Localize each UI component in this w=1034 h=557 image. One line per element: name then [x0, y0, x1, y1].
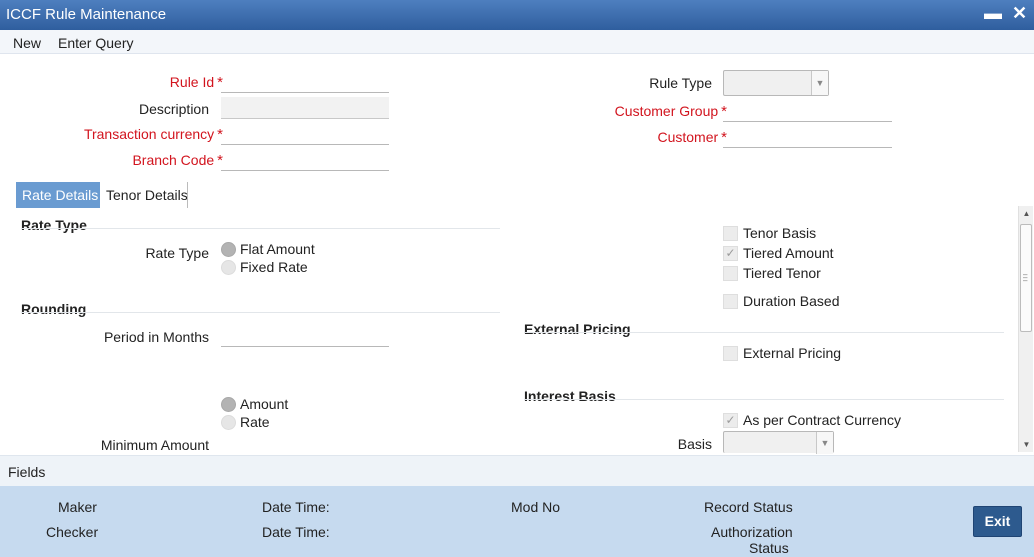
authorization-status-label-line2: Status — [749, 540, 789, 556]
divider — [524, 399, 1004, 400]
duration-based-label: Duration Based — [743, 293, 840, 309]
exit-button[interactable]: Exit — [973, 506, 1022, 537]
as-per-contract-currency-label: As per Contract Currency — [743, 412, 901, 428]
rate-type-label: Rate Type — [145, 245, 209, 261]
description-label: Description — [138, 101, 209, 117]
tenor-basis-checkbox[interactable] — [723, 226, 738, 241]
audit-footer: Maker Checker Date Time: Date Time: Mod … — [0, 486, 1034, 557]
divider — [524, 332, 1004, 333]
tiered-tenor-checkbox[interactable] — [723, 266, 738, 281]
title-bar: ICCF Rule Maintenance ▬ ✕ — [0, 0, 1034, 30]
arrow-down-icon[interactable]: ▼ — [1019, 437, 1034, 452]
menu-enter-query[interactable]: Enter Query — [58, 35, 133, 51]
fixed-rate-option: Fixed Rate — [240, 259, 308, 275]
interest-basis-heading: Interest Basis — [524, 388, 616, 404]
record-status-label: Record Status — [704, 499, 793, 515]
period-in-months-field[interactable] — [221, 325, 389, 347]
window-title: ICCF Rule Maintenance — [6, 6, 167, 23]
flat-amount-radio[interactable] — [221, 242, 236, 257]
close-icon[interactable]: ✕ — [1012, 3, 1027, 24]
maker-label: Maker — [58, 499, 97, 515]
scrollbar-thumb[interactable]: ‒ ‒ ‒ — [1020, 224, 1032, 332]
branch-code-label: Branch Code * — [132, 152, 223, 169]
flat-amount-option: Flat Amount — [240, 241, 315, 257]
tiered-amount-label: Tiered Amount — [743, 245, 834, 261]
rule-id-label: Rule Id * — [169, 74, 223, 91]
tab-tenor-details[interactable]: Tenor Details — [100, 182, 194, 208]
checker-label: Checker — [46, 524, 99, 540]
divider — [21, 228, 500, 229]
external-pricing-heading: External Pricing — [524, 321, 631, 337]
fields-link[interactable]: Fields — [8, 464, 45, 480]
external-pricing-label: External Pricing — [743, 345, 842, 361]
tiered-amount-checkbox[interactable]: ✓ — [723, 246, 738, 261]
customer-group-field[interactable] — [723, 100, 892, 122]
minimum-amount-label: Minimum Amount — [100, 437, 209, 453]
vertical-scrollbar[interactable]: ▲ ‒ ‒ ‒ ▼ — [1018, 206, 1033, 452]
basis-select[interactable]: ▼ — [723, 431, 834, 454]
menu-new[interactable]: New — [13, 35, 41, 51]
rule-id-field[interactable] — [221, 71, 389, 93]
rate-type-heading: Rate Type — [21, 217, 87, 233]
customer-label: Customer * — [657, 129, 727, 146]
chevron-down-icon: ▼ — [811, 71, 828, 95]
fixed-rate-radio[interactable] — [221, 260, 236, 275]
fields-bar: Fields — [0, 455, 1034, 486]
tab-rate-details[interactable]: Rate Details — [16, 182, 100, 208]
branch-code-field[interactable] — [221, 149, 389, 171]
duration-based-checkbox[interactable] — [723, 294, 738, 309]
maker-date-time-label: Date Time: — [262, 499, 330, 515]
transaction-currency-field[interactable] — [221, 123, 389, 145]
arrow-up-icon[interactable]: ▲ — [1019, 206, 1034, 221]
amount-radio[interactable] — [221, 397, 236, 412]
amount-option: Amount — [240, 396, 289, 412]
as-per-contract-currency-checkbox[interactable]: ✓ — [723, 413, 738, 428]
chevron-down-icon: ▼ — [816, 432, 833, 454]
basis-label: Basis — [677, 436, 712, 452]
authorization-status-label-line1: Authorization — [711, 524, 793, 540]
customer-field[interactable] — [723, 126, 892, 148]
divider — [21, 312, 500, 313]
tenor-basis-label: Tenor Basis — [743, 225, 817, 241]
customer-group-label: Customer Group * — [614, 103, 727, 120]
transaction-currency-label: Transaction currency * — [83, 126, 223, 143]
rounding-heading: Rounding — [21, 301, 87, 317]
rule-type-select[interactable]: ▼ — [723, 70, 829, 96]
menu-bar: New Enter Query — [0, 30, 1034, 54]
minimize-icon[interactable]: ▬ — [984, 3, 1002, 24]
description-field[interactable] — [221, 97, 389, 119]
checker-date-time-label: Date Time: — [262, 524, 330, 540]
rate-radio[interactable] — [221, 415, 236, 430]
rate-option: Rate — [240, 414, 270, 430]
rule-type-label: Rule Type — [649, 75, 712, 91]
period-in-months-label: Period in Months — [103, 329, 209, 345]
external-pricing-checkbox[interactable] — [723, 346, 738, 361]
tab-divider — [187, 182, 188, 208]
tiered-tenor-label: Tiered Tenor — [743, 265, 821, 281]
mod-no-label: Mod No — [511, 499, 561, 515]
grip-icon: ‒ ‒ ‒ — [1023, 270, 1028, 285]
